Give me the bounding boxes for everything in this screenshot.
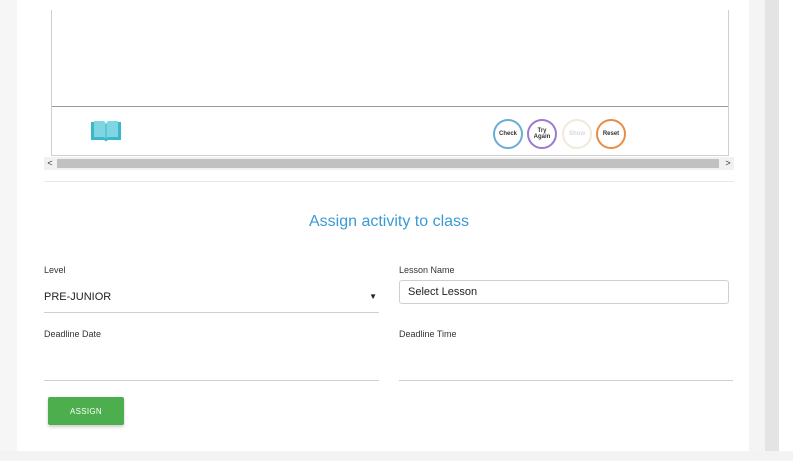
deadline-date-input[interactable] [44,344,379,381]
lesson-name-input[interactable] [399,280,729,304]
page-bottom-gutter [0,451,793,461]
level-select[interactable]: PRE-JUNIOR ▼ [44,284,379,313]
scroll-right-arrow[interactable]: > [722,157,734,170]
level-selected-value: PRE-JUNIOR [44,291,112,303]
try-again-button[interactable]: Try Again [527,119,557,149]
activity-canvas: Check Try Again Show Reset [51,10,729,156]
deadline-time-label: Deadline Time [399,329,457,339]
horizontal-scrollbar[interactable]: < > [44,157,734,170]
check-button-label: Check [498,131,517,137]
level-label: Level [44,265,66,275]
try-again-label: Try Again [534,128,551,140]
assign-button[interactable]: ASSIGN [48,397,124,425]
activity-frame: Check Try Again Show Reset < > [44,10,734,170]
try-again-label-line2: Again [533,134,551,140]
show-button-label: Show [569,131,585,137]
form-title: Assign activity to class [308,213,470,230]
check-button[interactable]: Check [493,119,523,149]
canvas-divider [52,106,728,107]
scrollbar-thumb[interactable] [57,159,719,168]
deadline-date-label: Deadline Date [44,329,102,339]
dropdown-caret-icon: ▼ [369,292,377,301]
scroll-left-arrow[interactable]: < [44,157,56,170]
reset-button[interactable]: Reset [596,119,626,149]
open-book-icon[interactable] [90,119,122,143]
reset-button-label: Reset [602,131,620,137]
deadline-time-input[interactable] [399,344,733,381]
show-button[interactable]: Show [562,119,592,149]
section-divider [44,181,734,182]
lesson-name-label: Lesson Name [399,265,455,275]
